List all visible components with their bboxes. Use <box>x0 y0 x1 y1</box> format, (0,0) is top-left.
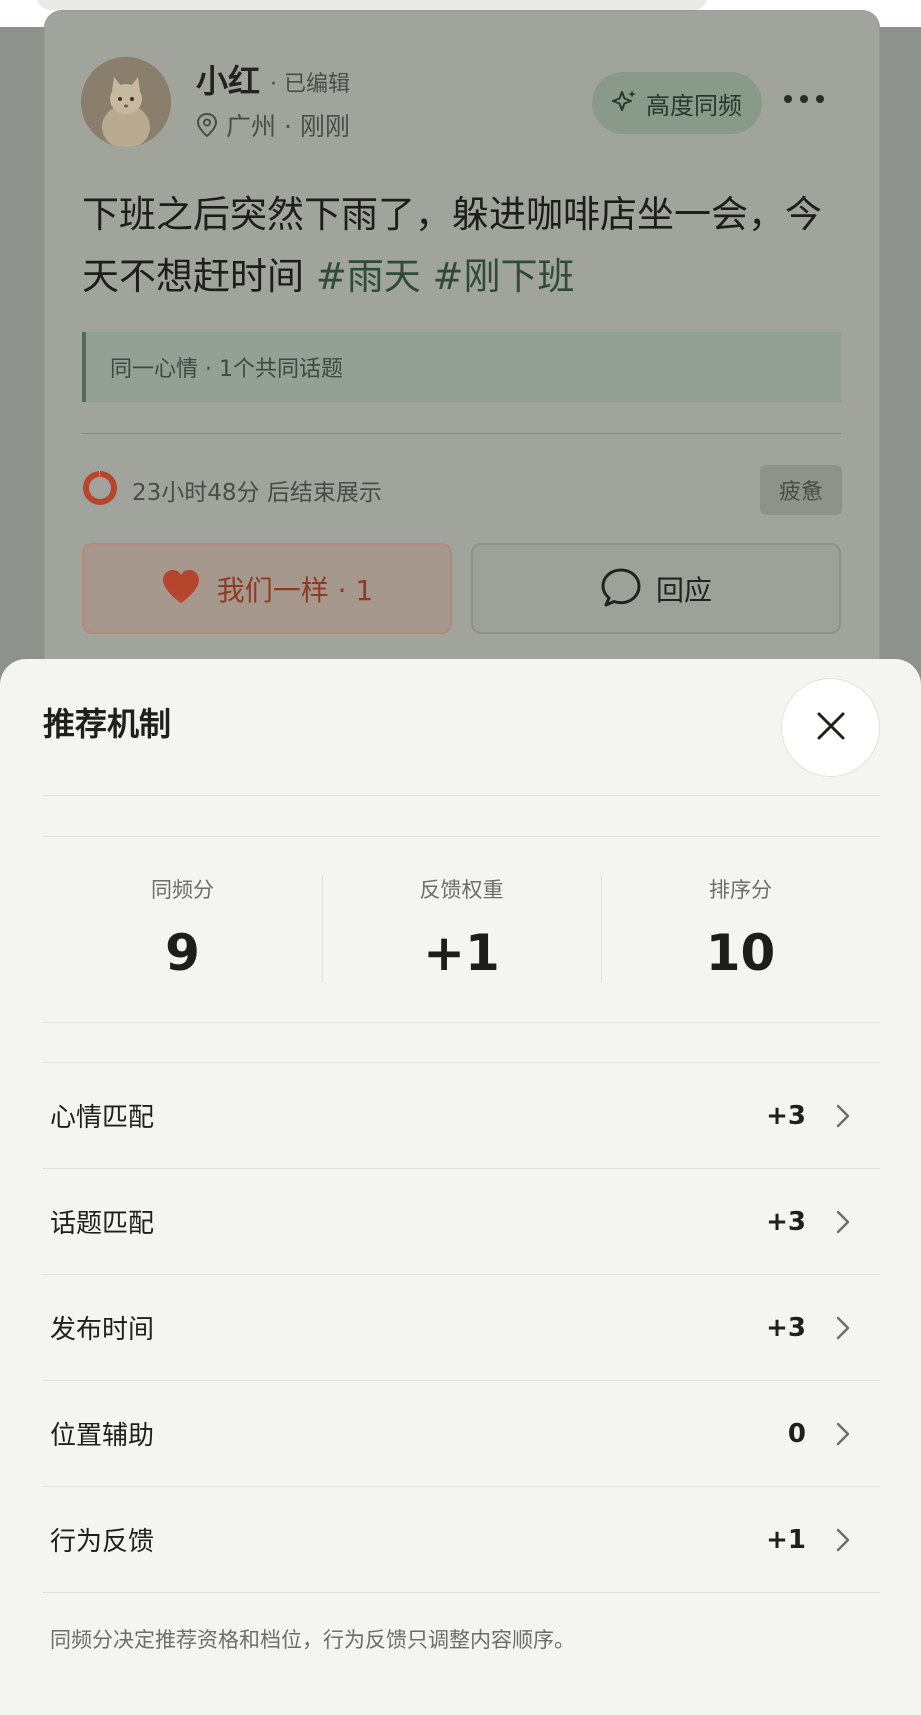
stat-feedback-weight: 反馈权重 +1 <box>322 875 601 995</box>
edited-label: · 已编辑 <box>270 72 350 97</box>
row-label: 位置辅助 <box>50 1421 155 1451</box>
countdown-text: 23小时48分 后结束展示 <box>132 480 382 506</box>
topic-hint: 同一心情 · 1个共同话题 <box>82 332 841 402</box>
location-text: 广州 · 刚刚 <box>226 112 350 141</box>
stat-label: 排序分 <box>709 878 772 902</box>
row-behavior-feedback[interactable]: 行为反馈 +1 <box>43 1487 880 1593</box>
row-value: +3 <box>766 1312 806 1343</box>
mood-label: 疲惫 <box>778 480 823 505</box>
stat-value: 9 <box>165 924 200 982</box>
post-content: 下班之后突然下雨了，躲进咖啡店坐一会，今天不想赶时间 #雨天 #刚下班 <box>82 184 822 308</box>
stat-frequency-score: 同频分 9 <box>43 875 322 995</box>
row-label: 话题匹配 <box>50 1209 155 1239</box>
card-divider <box>82 433 841 434</box>
countdown-ring-icon <box>82 470 118 510</box>
sheet-footnote: 同频分决定推荐资格和档位，行为反馈只调整内容顺序。 <box>50 1628 575 1652</box>
row-publish-time[interactable]: 发布时间 +3 <box>43 1275 880 1381</box>
stat-label: 反馈权重 <box>419 878 504 902</box>
same-feeling-label: 我们一样 · 1 <box>216 573 374 607</box>
frequency-tag[interactable]: 高度同频 <box>592 72 762 134</box>
close-icon <box>816 711 846 745</box>
chevron-right-icon <box>836 1528 850 1556</box>
sheet-divider <box>43 1022 880 1023</box>
same-feeling-button[interactable]: 我们一样 · 1 <box>82 543 452 634</box>
hashtag-rainy[interactable]: #雨天 <box>316 255 421 298</box>
user-name[interactable]: 小红 <box>196 62 260 100</box>
chevron-right-icon <box>836 1104 850 1132</box>
row-location-assist[interactable]: 位置辅助 0 <box>43 1381 880 1487</box>
stat-label: 同频分 <box>151 878 214 902</box>
reply-label: 回应 <box>655 573 712 607</box>
countdown: 23小时48分 后结束展示 <box>82 470 382 510</box>
comment-bubble-icon <box>600 567 642 611</box>
reply-button[interactable]: 回应 <box>471 543 841 634</box>
row-value: +3 <box>766 1206 806 1237</box>
chevron-right-icon <box>836 1422 850 1450</box>
recommendation-sheet: 推荐机制 同频分 9 反馈权重 +1 排序分 10 心情匹配 +3 话题匹配 +… <box>0 659 921 1715</box>
close-button[interactable] <box>781 678 880 777</box>
stat-value: 10 <box>705 924 776 982</box>
score-summary: 同频分 9 反馈权重 +1 排序分 10 <box>43 875 880 995</box>
mood-badge: 疲惫 <box>760 465 842 515</box>
avatar[interactable] <box>81 57 171 147</box>
row-mood-match[interactable]: 心情匹配 +3 <box>43 1063 880 1169</box>
search-bar-edge[interactable] <box>36 0 708 10</box>
row-label: 心情匹配 <box>50 1103 155 1133</box>
topic-hint-text: 同一心情 · 1个共同话题 <box>110 357 343 382</box>
chevron-right-icon <box>836 1316 850 1344</box>
chevron-right-icon <box>836 1210 850 1238</box>
frequency-tag-label: 高度同频 <box>646 91 742 120</box>
row-value: 0 <box>787 1418 806 1449</box>
row-topic-match[interactable]: 话题匹配 +3 <box>43 1169 880 1275</box>
more-horizontal-icon[interactable] <box>784 92 824 106</box>
sparkle-icon <box>612 88 638 118</box>
stat-value: +1 <box>423 924 500 982</box>
row-value: +1 <box>766 1524 806 1555</box>
row-label: 发布时间 <box>50 1315 155 1345</box>
sheet-divider <box>43 836 880 837</box>
row-value: +3 <box>766 1100 806 1131</box>
sheet-divider <box>43 795 880 796</box>
location-pin-icon <box>196 112 218 142</box>
row-label: 行为反馈 <box>50 1527 155 1557</box>
sheet-title: 推荐机制 <box>43 705 172 743</box>
stat-ranking-score: 排序分 10 <box>601 875 880 995</box>
heart-icon <box>161 569 201 609</box>
post-location: 广州 · 刚刚 <box>196 112 350 142</box>
hashtag-off-work[interactable]: #刚下班 <box>433 255 575 298</box>
